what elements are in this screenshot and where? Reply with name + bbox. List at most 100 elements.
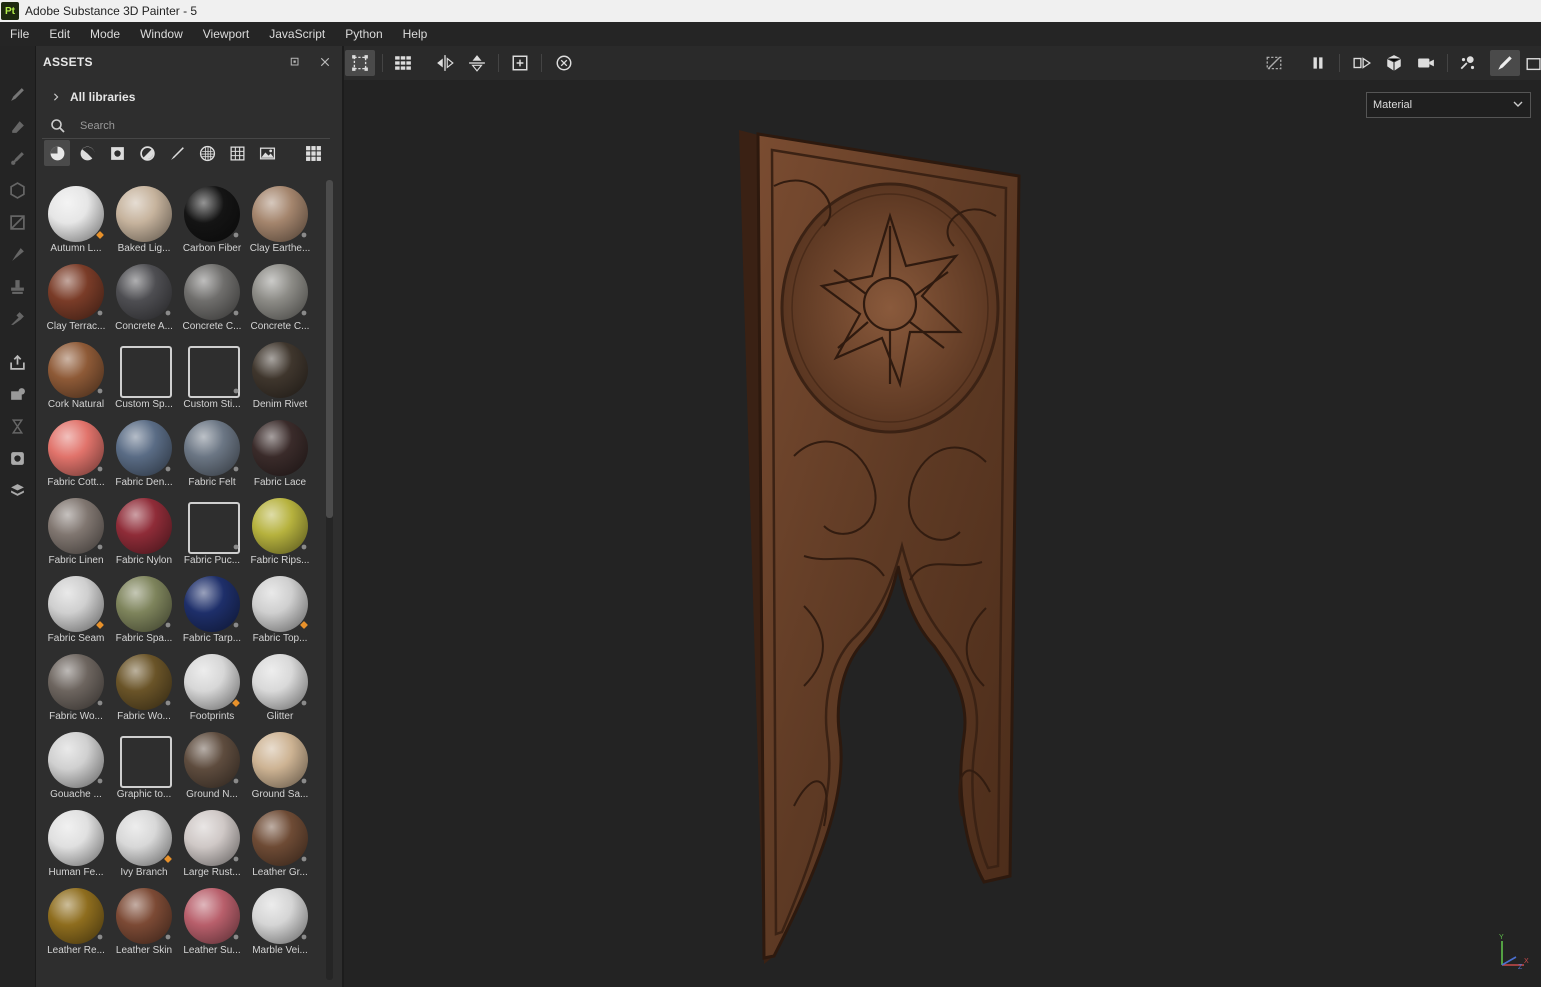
asset-tile[interactable]: Fabric Top... xyxy=(246,568,314,646)
asset-thumbnail xyxy=(116,186,172,242)
history-icon[interactable] xyxy=(7,416,28,437)
grid-view-icon[interactable] xyxy=(300,140,326,166)
smudge-icon[interactable] xyxy=(7,244,28,265)
material-badge-icon xyxy=(233,466,239,472)
asset-tile[interactable]: Leather Skin xyxy=(110,880,178,958)
asset-tile[interactable]: Leather Gr... xyxy=(246,802,314,880)
physics-icon[interactable] xyxy=(1453,50,1483,76)
asset-tile[interactable]: Concrete C... xyxy=(178,256,246,334)
asset-tile[interactable]: Baked Lig... xyxy=(110,178,178,256)
asset-tile[interactable]: Ivy Branch xyxy=(110,802,178,880)
asset-tile[interactable]: Ground N... xyxy=(178,724,246,802)
material-filter-icon[interactable] xyxy=(44,140,70,166)
menu-viewport[interactable]: Viewport xyxy=(193,27,259,41)
geometry-mask-icon[interactable] xyxy=(7,180,28,201)
paint-mode-icon[interactable] xyxy=(1490,50,1520,76)
asset-tile[interactable]: Human Fe... xyxy=(42,802,110,880)
asset-tile[interactable]: Ground Sa... xyxy=(246,724,314,802)
undock-icon[interactable] xyxy=(287,54,303,70)
asset-tile[interactable]: Fabric Felt xyxy=(178,412,246,490)
center-frame-icon[interactable] xyxy=(505,50,535,76)
assets-scroll-thumb[interactable] xyxy=(326,180,333,518)
asset-tile[interactable]: Fabric Den... xyxy=(110,412,178,490)
asset-tile[interactable]: Custom Sti... xyxy=(178,334,246,412)
asset-label: Fabric Tarp... xyxy=(182,633,242,644)
asset-tile[interactable]: Fabric Tarp... xyxy=(178,568,246,646)
assets-scrollbar[interactable] xyxy=(326,180,333,980)
asset-tile[interactable]: Clay Terrac... xyxy=(42,256,110,334)
environment-filter-icon[interactable] xyxy=(254,140,280,166)
asset-tile[interactable]: Fabric Wo... xyxy=(110,646,178,724)
projection-icon[interactable] xyxy=(7,148,28,169)
symmetry-x-icon[interactable] xyxy=(430,50,460,76)
paint-brush-icon[interactable] xyxy=(7,84,28,105)
asset-thumbnail xyxy=(252,420,308,476)
asset-tile[interactable]: Fabric Nylon xyxy=(110,490,178,568)
asset-label: Footprints xyxy=(189,711,235,722)
asset-label: Cork Natural xyxy=(47,399,105,410)
asset-tile[interactable]: Leather Re... xyxy=(42,880,110,958)
asset-tile[interactable]: Carbon Fiber xyxy=(178,178,246,256)
asset-tile[interactable]: Gouache ... xyxy=(42,724,110,802)
asset-tile[interactable]: Fabric Puc... xyxy=(178,490,246,568)
asset-thumbnail xyxy=(48,654,104,710)
menu-window[interactable]: Window xyxy=(130,27,193,41)
texture-filter-icon[interactable] xyxy=(104,140,130,166)
asset-tile[interactable]: Fabric Seam xyxy=(42,568,110,646)
mesh-view-icon[interactable] xyxy=(1379,50,1409,76)
asset-tile[interactable]: Fabric Cott... xyxy=(42,412,110,490)
asset-tile[interactable]: Autumn L... xyxy=(42,178,110,256)
asset-tile[interactable]: Fabric Rips... xyxy=(246,490,314,568)
display-settings-icon[interactable] xyxy=(7,448,28,469)
asset-tile[interactable]: Fabric Linen xyxy=(42,490,110,568)
split-view-icon[interactable] xyxy=(1347,50,1377,76)
asset-tile[interactable]: Marble Vei... xyxy=(246,880,314,958)
axis-z-label: Z xyxy=(1518,964,1523,971)
asset-tile[interactable]: Fabric Lace xyxy=(246,412,314,490)
tile-grid-icon[interactable] xyxy=(388,50,418,76)
hide-ui-icon[interactable] xyxy=(1259,50,1289,76)
asset-tile[interactable]: Leather Su... xyxy=(178,880,246,958)
menu-help[interactable]: Help xyxy=(393,27,438,41)
color-picker-icon[interactable] xyxy=(7,308,28,329)
asset-tile[interactable]: Large Rust... xyxy=(178,802,246,880)
clone-stamp-icon[interactable] xyxy=(7,276,28,297)
camera-icon[interactable] xyxy=(1411,50,1441,76)
polygon-fill-icon[interactable] xyxy=(7,212,28,233)
viewport-3d[interactable]: Material Y X Z xyxy=(344,46,1541,987)
asset-tile[interactable]: Concrete C... xyxy=(246,256,314,334)
asset-tile[interactable]: Graphic to... xyxy=(110,724,178,802)
eraser-icon[interactable] xyxy=(7,116,28,137)
asset-tile[interactable]: Clay Earthe... xyxy=(246,178,314,256)
smart-material-filter-icon[interactable] xyxy=(74,140,100,166)
close-icon[interactable] xyxy=(317,54,333,70)
all-libraries-row[interactable]: All libraries xyxy=(36,86,342,108)
brush-filter-icon[interactable] xyxy=(164,140,190,166)
asset-tile[interactable]: Custom Sp... xyxy=(110,334,178,412)
asset-tile[interactable]: Denim Rivet xyxy=(246,334,314,412)
procedural-filter-icon[interactable] xyxy=(134,140,160,166)
menu-python[interactable]: Python xyxy=(335,27,392,41)
reset-camera-icon[interactable] xyxy=(549,50,579,76)
pattern-filter-icon[interactable] xyxy=(224,140,250,166)
screenshot-icon[interactable] xyxy=(1524,50,1541,76)
search-input[interactable] xyxy=(78,119,322,133)
alpha-filter-icon[interactable] xyxy=(194,140,220,166)
symmetry-y-icon[interactable] xyxy=(462,50,492,76)
bake-icon[interactable] xyxy=(7,384,28,405)
asset-tile[interactable]: Fabric Spa... xyxy=(110,568,178,646)
menu-file[interactable]: File xyxy=(0,27,39,41)
asset-tile[interactable]: Glitter xyxy=(246,646,314,724)
channel-dropdown[interactable]: Material xyxy=(1366,92,1531,118)
asset-tile[interactable]: Concrete A... xyxy=(110,256,178,334)
select-frame-icon[interactable] xyxy=(345,50,375,76)
export-icon[interactable] xyxy=(7,352,28,373)
asset-tile[interactable]: Footprints xyxy=(178,646,246,724)
menu-javascript[interactable]: JavaScript xyxy=(259,27,335,41)
pause-icon[interactable] xyxy=(1303,50,1333,76)
asset-tile[interactable]: Fabric Wo... xyxy=(42,646,110,724)
asset-tile[interactable]: Cork Natural xyxy=(42,334,110,412)
menu-mode[interactable]: Mode xyxy=(80,27,130,41)
shelf-icon[interactable] xyxy=(7,480,28,501)
menu-edit[interactable]: Edit xyxy=(39,27,80,41)
